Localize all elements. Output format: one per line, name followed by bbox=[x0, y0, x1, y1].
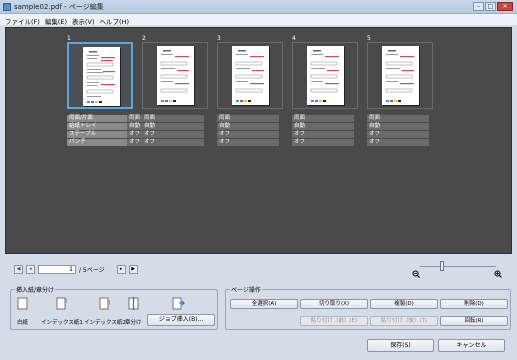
property-value: オフ bbox=[217, 131, 279, 138]
thumbnail-frame[interactable] bbox=[142, 42, 208, 109]
thumbnail-frame-selected[interactable] bbox=[67, 42, 133, 109]
page-preview bbox=[232, 46, 269, 105]
menu-view[interactable]: 表示(V) bbox=[70, 14, 98, 26]
job-insert-button[interactable]: ジョブ挿入(B)... bbox=[147, 314, 215, 326]
duplicate-button[interactable]: 複製(D) bbox=[370, 299, 438, 309]
group-title: ページ操作 bbox=[230, 285, 262, 294]
menu-file[interactable]: ファイル(F) bbox=[3, 14, 43, 26]
insert-item-label: インデックス紙1 bbox=[41, 320, 83, 326]
minimize-button[interactable]: – bbox=[473, 2, 484, 11]
maximize-button[interactable]: □ bbox=[485, 2, 496, 11]
property-value: 自動 bbox=[217, 123, 279, 130]
property-value: オフ bbox=[292, 131, 354, 138]
job-insert-icon bbox=[172, 297, 186, 312]
page-number: 1 bbox=[67, 35, 71, 42]
last-page-button[interactable]: ▶ bbox=[128, 264, 138, 274]
page-preview-graphic bbox=[86, 51, 115, 103]
page-preview bbox=[157, 46, 194, 105]
property-value: オフ bbox=[367, 131, 429, 138]
paste-before-button[interactable]: 貼り付け（前）(E) bbox=[300, 316, 368, 326]
insert-item-label: 章分け bbox=[125, 320, 142, 326]
property-value: オフ bbox=[292, 139, 354, 146]
page-preview-graphic bbox=[235, 50, 264, 102]
cancel-button[interactable]: キャンセル bbox=[438, 339, 505, 352]
page-preview bbox=[307, 46, 344, 105]
property-value: オフ bbox=[217, 139, 279, 146]
page-navigator: ◀ ◂ 1 / 5ページ ▸ ▶ bbox=[14, 264, 138, 274]
insert-index1-button[interactable]: インデックス紙1 bbox=[41, 297, 83, 326]
property-value: 自動 bbox=[142, 123, 204, 130]
save-button[interactable]: 保存(S) bbox=[367, 339, 434, 352]
page-preview-graphic bbox=[385, 50, 414, 102]
cut-button[interactable]: 切り取り(X) bbox=[300, 299, 368, 309]
property-value: オフ bbox=[142, 139, 204, 146]
next-page-button[interactable]: ▸ bbox=[116, 264, 126, 274]
title-bar: sample02.pdf - ページ編集 – □ ✕ bbox=[0, 0, 517, 14]
window-title: sample02.pdf - ページ編集 bbox=[14, 3, 104, 11]
property-label: 両面/片面 bbox=[67, 115, 127, 122]
property-value: 両面 bbox=[217, 115, 279, 122]
property-value: オフ bbox=[142, 131, 204, 138]
page-properties: 両面 自動 オフ オフ bbox=[142, 115, 204, 147]
thumbnail-frame[interactable] bbox=[367, 42, 433, 109]
delete-button[interactable]: 削除(D) bbox=[440, 299, 508, 309]
page-canvas[interactable]: 1 両面/片面 両面 給紙トレイ 自動 ステープル オフ パンチ オフ 2 両面… bbox=[5, 27, 512, 254]
insert-sheet-group: 挿入紙/章分け 白紙 インデックス紙1 インデックス紙2 章分け ジョブ挿入(B… bbox=[10, 285, 218, 330]
zoom-out-icon[interactable] bbox=[412, 270, 420, 278]
chapter-split-icon bbox=[128, 297, 139, 310]
zoom-slider-thumb[interactable] bbox=[440, 261, 444, 271]
property-value: 両面 bbox=[292, 115, 354, 122]
page-operations-group: ページ操作 全選択(A) 切り取り(X) 複製(D) 削除(D) 貼り付け（前）… bbox=[225, 285, 511, 330]
blank-sheet-icon bbox=[17, 297, 28, 310]
thumbnail-frame[interactable] bbox=[217, 42, 283, 109]
chapter-split-button[interactable]: 章分け bbox=[125, 297, 142, 326]
page-properties: 両面 自動 オフ オフ bbox=[217, 115, 279, 147]
insert-item-label: 白紙 bbox=[17, 320, 29, 326]
page-properties: 両面 自動 オフ オフ bbox=[367, 115, 429, 147]
property-value: 自動 bbox=[367, 123, 429, 130]
insert-blank-button[interactable]: 白紙 bbox=[17, 297, 28, 326]
page-number: 3 bbox=[217, 35, 221, 42]
property-value: 自動 bbox=[292, 123, 354, 130]
page-preview bbox=[83, 47, 120, 106]
menu-bar: ファイル(F) 編集(E) 表示(V) ヘルプ(H) bbox=[0, 14, 517, 26]
property-value: 両面 bbox=[142, 115, 204, 122]
first-page-button[interactable]: ◀ bbox=[14, 264, 23, 274]
page-number: 5 bbox=[367, 35, 371, 42]
menu-help[interactable]: ヘルプ(H) bbox=[98, 14, 132, 26]
thumbnail-frame[interactable] bbox=[292, 42, 358, 109]
rotate-button[interactable]: 回転(R) bbox=[440, 316, 508, 326]
page-preview-graphic bbox=[310, 50, 339, 102]
property-label: ステープル bbox=[67, 131, 127, 138]
page-total-label: / 5ページ bbox=[79, 266, 105, 274]
page-number-input[interactable]: 1 bbox=[38, 264, 76, 274]
paste-after-button[interactable]: 貼り付け（後）(T) bbox=[370, 316, 438, 326]
page-preview-graphic bbox=[160, 50, 189, 102]
insert-item-label: インデックス紙2 bbox=[84, 320, 126, 326]
page-preview bbox=[382, 46, 419, 105]
property-value: オフ bbox=[367, 139, 429, 146]
index-sheet-icon bbox=[100, 297, 111, 310]
index-sheet-icon bbox=[57, 297, 68, 310]
prev-page-button[interactable]: ◂ bbox=[26, 264, 35, 274]
app-icon bbox=[3, 3, 11, 11]
property-value: 両面 bbox=[367, 115, 429, 122]
zoom-slider-track[interactable] bbox=[420, 266, 496, 267]
property-label: パンチ bbox=[67, 139, 127, 146]
page-number: 4 bbox=[292, 35, 296, 42]
zoom-control bbox=[412, 259, 504, 279]
group-title: 挿入紙/章分け bbox=[15, 285, 56, 294]
menu-edit[interactable]: 編集(E) bbox=[43, 14, 70, 26]
page-number: 2 bbox=[142, 35, 146, 42]
page-properties: 両面 自動 オフ オフ bbox=[292, 115, 354, 147]
insert-index2-button[interactable]: インデックス紙2 bbox=[84, 297, 126, 326]
zoom-in-icon[interactable] bbox=[494, 270, 502, 278]
property-label: 給紙トレイ bbox=[67, 123, 127, 130]
select-all-button[interactable]: 全選択(A) bbox=[230, 299, 298, 309]
close-button[interactable]: ✕ bbox=[497, 2, 513, 11]
